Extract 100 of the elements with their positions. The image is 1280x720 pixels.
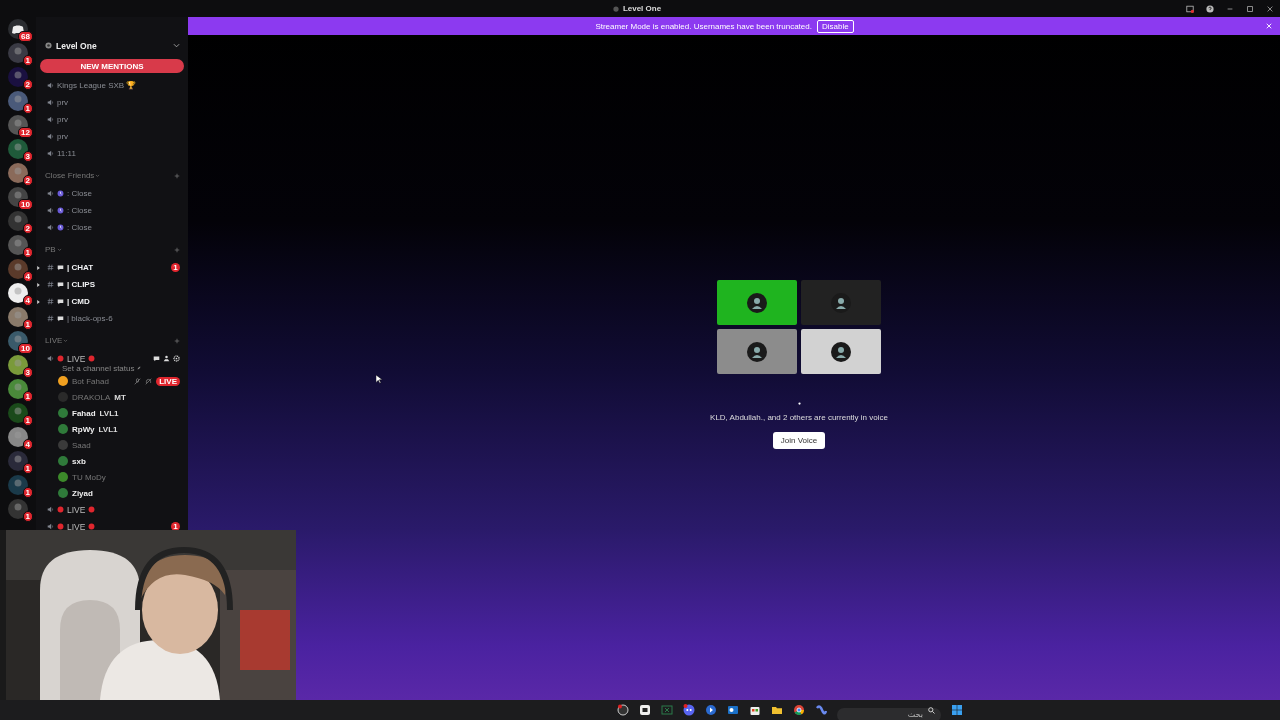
unread-badge: 4 — [22, 271, 33, 282]
chat-app-icon[interactable] — [683, 704, 695, 716]
dot-icon — [797, 402, 801, 405]
unread-badge: 1 — [22, 103, 33, 114]
unread-badge: 3 — [22, 151, 33, 162]
server-icon[interactable] — [8, 355, 28, 375]
avatar — [831, 341, 851, 362]
hash-icon — [47, 315, 54, 322]
live-badge: LIVE — [156, 376, 180, 386]
inbox-icon[interactable] — [1186, 4, 1194, 13]
member-name[interactable]: TU MoDy — [72, 472, 106, 482]
new-mentions-button[interactable]: NEW MENTIONS — [40, 59, 184, 73]
cursor-icon — [376, 375, 382, 384]
avatar — [747, 292, 767, 313]
app-icon[interactable] — [639, 704, 651, 716]
close-icon[interactable] — [1266, 4, 1274, 13]
join-voice-button[interactable]: Join Voice — [772, 432, 826, 449]
hash-icon — [47, 264, 54, 271]
status-dot-icon — [88, 506, 96, 513]
chevron-icon[interactable] — [173, 42, 180, 49]
server-icon[interactable] — [8, 307, 28, 327]
speaker-icon — [47, 133, 54, 140]
unread-badge: 2 — [22, 223, 33, 234]
member-name[interactable]: DRAKOLA — [72, 392, 111, 402]
muted-mic-icon — [134, 377, 142, 385]
member-name[interactable]: Bot Fahad — [72, 376, 109, 386]
channel-name[interactable]: : Close — [67, 189, 92, 198]
unread-badge: 4 — [22, 295, 33, 306]
unread-badge: 12 — [18, 127, 33, 138]
chat-bubble-icon — [57, 264, 64, 271]
speaker-icon — [47, 224, 54, 231]
channel-name[interactable]: 11:11 — [57, 149, 76, 158]
channel-name[interactable]: | CMD — [67, 297, 90, 306]
chat-bubble-icon[interactable] — [153, 355, 160, 362]
unread-badge: 2 — [22, 175, 33, 186]
category-name[interactable]: LIVE — [45, 336, 63, 345]
server-header[interactable]: Level One — [36, 35, 188, 56]
banner-text: Streamer Mode is enabled. Usernames have been truncated. — [595, 21, 812, 31]
people-icon[interactable] — [163, 355, 170, 362]
store-icon[interactable] — [749, 704, 761, 716]
mention-badge: 1 — [171, 263, 180, 272]
server-icon — [612, 5, 619, 12]
channel-name[interactable]: LIVE — [67, 504, 86, 515]
settings-icon[interactable] — [173, 355, 180, 362]
member-name[interactable]: RpWy — [72, 424, 95, 434]
hash-icon — [47, 298, 54, 305]
unread-badge: 1 — [22, 247, 33, 258]
hash-icon — [47, 281, 54, 288]
server-name: Level One — [56, 40, 97, 51]
speaker-icon — [47, 190, 54, 197]
chat-bubble-icon — [57, 281, 64, 288]
maximize-icon[interactable] — [1246, 4, 1254, 13]
folder-icon[interactable] — [771, 704, 783, 716]
member-name[interactable]: Fahad — [72, 408, 96, 418]
app-icon[interactable] — [705, 704, 717, 716]
member-name[interactable]: Ziyad — [72, 488, 93, 498]
chat-bubble-icon — [57, 315, 64, 322]
unread-badge: 68 — [18, 31, 33, 42]
channel-name[interactable]: Kings League SXB 🏆 — [57, 81, 137, 90]
search-icon — [928, 706, 935, 714]
channel-name[interactable]: | CHAT — [67, 263, 94, 272]
unread-badge: 1 — [22, 319, 33, 330]
voice-summary: KLD, Abdullah., and 2 others are currently in voice — [710, 413, 888, 422]
server-icon[interactable] — [8, 427, 28, 447]
channel-status[interactable]: Set a channel status — [62, 363, 135, 373]
channel-name[interactable]: LIVE — [67, 353, 86, 364]
server-icon[interactable] — [8, 283, 28, 303]
category-name[interactable]: PB — [45, 245, 56, 254]
unread-badge: 2 — [22, 79, 33, 90]
unread-badge: 10 — [18, 199, 33, 210]
unread-badge: 10 — [18, 343, 33, 354]
deafened-icon — [145, 377, 153, 385]
avatar — [747, 341, 767, 362]
disable-button[interactable]: Disable — [816, 19, 854, 33]
channel-name[interactable]: | black-ops-6 — [67, 314, 113, 323]
channel-name[interactable]: prv — [57, 115, 69, 124]
speaker-icon — [47, 82, 54, 89]
channel-name[interactable]: prv — [57, 98, 69, 107]
window-title: Level One — [622, 4, 662, 13]
mail-icon[interactable] — [727, 704, 739, 716]
start-icon[interactable] — [951, 704, 963, 716]
browser-icon[interactable] — [793, 704, 805, 716]
role-tag: LVL1 — [98, 424, 118, 434]
channel-name[interactable]: : Close — [67, 223, 92, 232]
role-tag: LVL1 — [99, 408, 119, 418]
category-name[interactable]: Close Friends — [45, 171, 95, 180]
role-tag: MT — [114, 392, 126, 402]
speaker-icon — [47, 355, 54, 362]
unread-badge: 1 — [22, 487, 33, 498]
speaker-icon — [47, 207, 54, 214]
unread-badge: 1 — [22, 391, 33, 402]
member-name[interactable]: Saad — [72, 440, 91, 450]
server-icon — [45, 42, 52, 49]
channel-name[interactable]: prv — [57, 132, 69, 141]
channel-name[interactable]: LIVE — [67, 521, 86, 532]
member-name[interactable]: sxb — [72, 456, 86, 466]
help-icon[interactable] — [1206, 4, 1214, 13]
channel-name[interactable]: | CLIPS — [67, 280, 96, 289]
search-field[interactable]: بحث — [837, 707, 941, 720]
channel-name[interactable]: : Close — [67, 206, 92, 215]
